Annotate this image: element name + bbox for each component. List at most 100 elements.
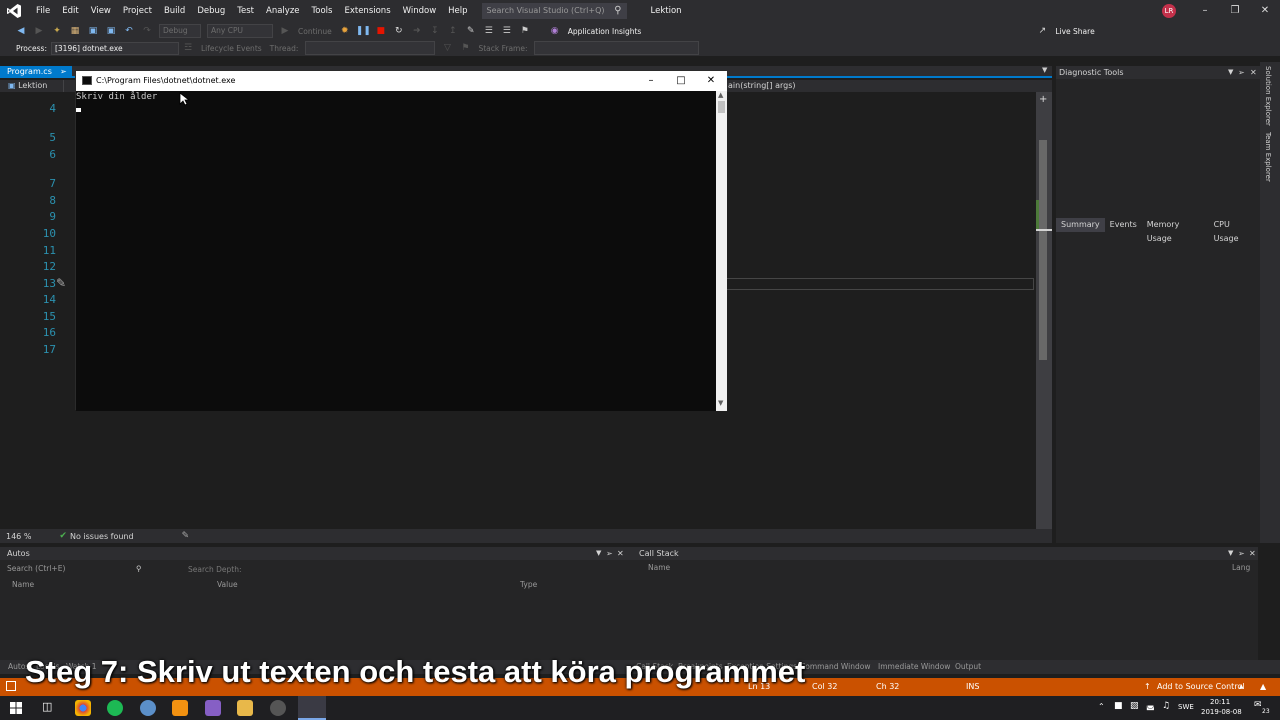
- flag-icon[interactable]: ⚑: [458, 41, 472, 55]
- member-nav-select[interactable]: ain(string[] args): [726, 80, 1036, 92]
- console-window[interactable]: C:\Program Files\dotnet\dotnet.exe – □ ✕…: [75, 70, 727, 411]
- pin-icon[interactable]: ➢: [606, 547, 613, 560]
- menu-help[interactable]: Help: [442, 0, 473, 22]
- restart-icon[interactable]: ↻: [392, 24, 406, 38]
- menu-view[interactable]: View: [85, 0, 117, 22]
- console-close-icon[interactable]: ✕: [696, 71, 726, 91]
- menu-edit[interactable]: Edit: [56, 0, 84, 22]
- step-out-icon[interactable]: ↥: [446, 24, 460, 38]
- save-all-icon[interactable]: ▣: [104, 24, 118, 38]
- process-select[interactable]: [3196] dotnet.exe: [50, 41, 179, 55]
- sublime-icon[interactable]: [172, 700, 188, 716]
- menu-build[interactable]: Build: [158, 0, 191, 22]
- caret-up-icon[interactable]: ▲: [1239, 678, 1244, 696]
- pin-icon[interactable]: ➢: [1238, 66, 1245, 79]
- tab-output[interactable]: Output: [955, 660, 981, 674]
- hot-reload-icon[interactable]: ✎: [464, 24, 478, 38]
- tab-cpu-usage[interactable]: CPU Usage: [1209, 218, 1260, 243]
- filter-icon[interactable]: ▽: [440, 41, 454, 55]
- close-icon[interactable]: ✕: [1250, 0, 1280, 22]
- console-maximize-icon[interactable]: □: [666, 71, 696, 91]
- issues-indicator[interactable]: No issues found: [70, 532, 134, 541]
- tab-overflow-icon[interactable]: ▼: [1042, 66, 1047, 74]
- dropdown-icon[interactable]: ▼: [1228, 66, 1233, 79]
- visual-studio-icon[interactable]: [205, 700, 221, 716]
- menu-debug[interactable]: Debug: [191, 0, 231, 22]
- volume-icon[interactable]: ♫: [1162, 701, 1170, 711]
- team-explorer-tab[interactable]: Team Explorer: [1264, 132, 1272, 182]
- undo-icon[interactable]: ↶: [122, 24, 136, 38]
- stop-icon[interactable]: ■: [374, 24, 388, 38]
- wifi-icon[interactable]: ◛: [1146, 701, 1155, 711]
- zoom-select[interactable]: 146 %: [6, 532, 31, 541]
- windows-start-icon[interactable]: [10, 702, 22, 714]
- tab-program-cs[interactable]: Program.cs ➢: [0, 66, 72, 78]
- dropdown-icon[interactable]: ▼: [1228, 547, 1233, 560]
- stack-frame-select[interactable]: [534, 41, 700, 55]
- tab-command-window[interactable]: Command Window: [800, 660, 871, 674]
- obs-icon[interactable]: [270, 700, 286, 716]
- chrome-icon[interactable]: [75, 700, 91, 716]
- menu-window[interactable]: Window: [397, 0, 443, 22]
- project-nav-select[interactable]: ▣ Lektion: [4, 80, 64, 92]
- console-scroll-thumb[interactable]: [718, 101, 725, 113]
- spotify-icon[interactable]: [107, 700, 123, 716]
- menu-project[interactable]: Project: [117, 0, 158, 22]
- save-icon[interactable]: ▣: [86, 24, 100, 38]
- tab-memory-usage[interactable]: Memory Usage: [1142, 218, 1209, 243]
- console-task-icon[interactable]: [298, 696, 326, 720]
- add-icon[interactable]: +: [1039, 94, 1047, 105]
- platform-select[interactable]: Any CPU: [207, 24, 273, 38]
- forward-icon[interactable]: ▶: [32, 24, 46, 38]
- file-explorer-icon[interactable]: [237, 700, 253, 716]
- minimize-icon[interactable]: –: [1190, 0, 1220, 22]
- clock-date[interactable]: 2019-08-08: [1201, 708, 1242, 716]
- dropdown-icon[interactable]: ▼: [596, 547, 601, 560]
- avatar[interactable]: LR: [1162, 4, 1176, 18]
- step-into-icon[interactable]: ↧: [428, 24, 442, 38]
- continue-icon[interactable]: ▶: [278, 24, 292, 38]
- solution-explorer-tab[interactable]: Solution Explorer: [1264, 66, 1272, 126]
- application-insights-button[interactable]: Application Insights: [568, 27, 642, 36]
- bookmark-icon[interactable]: ⚑: [518, 24, 532, 38]
- pause-icon[interactable]: ❚❚: [356, 24, 371, 38]
- redo-icon[interactable]: ↷: [140, 24, 154, 38]
- menu-analyze[interactable]: Analyze: [260, 0, 306, 22]
- search-input[interactable]: Search Visual Studio (Ctrl+Q) ⚲: [481, 3, 627, 19]
- action-center-icon[interactable]: ✉: [1254, 700, 1262, 710]
- configuration-select[interactable]: Debug: [159, 24, 201, 38]
- tab-immediate-window[interactable]: Immediate Window: [878, 660, 950, 674]
- close-icon[interactable]: ✕: [1249, 547, 1256, 560]
- restore-icon[interactable]: ❐: [1220, 0, 1250, 22]
- comment-icon[interactable]: ☰: [500, 24, 514, 38]
- console-minimize-icon[interactable]: –: [636, 71, 666, 91]
- console-scrollbar[interactable]: ▲ ▼: [716, 91, 727, 411]
- language-indicator[interactable]: SWE: [1178, 703, 1194, 711]
- open-file-icon[interactable]: ▦: [68, 24, 82, 38]
- console-title-bar[interactable]: C:\Program Files\dotnet\dotnet.exe – □ ✕: [76, 71, 727, 91]
- editor-scrollbar[interactable]: +: [1036, 92, 1052, 529]
- tray-app-icon[interactable]: ■: [1114, 701, 1123, 711]
- close-icon[interactable]: ✕: [1250, 66, 1257, 79]
- back-icon[interactable]: ◀: [14, 24, 28, 38]
- pin-icon[interactable]: ➢: [60, 66, 67, 78]
- thread-select[interactable]: [305, 41, 436, 55]
- network-icon[interactable]: ▨: [1130, 701, 1139, 711]
- add-to-source-control-button[interactable]: Add to Source Control: [1157, 678, 1245, 696]
- format-icon[interactable]: ☰: [482, 24, 496, 38]
- menu-extensions[interactable]: Extensions: [338, 0, 396, 22]
- globe-app-icon[interactable]: [140, 700, 156, 716]
- step-over-icon[interactable]: ➜: [410, 24, 424, 38]
- notification-icon[interactable]: ▲: [1260, 678, 1266, 696]
- live-share-icon[interactable]: ↗: [1035, 24, 1049, 38]
- task-view-icon[interactable]: ◫: [42, 700, 52, 713]
- tab-summary[interactable]: Summary: [1056, 218, 1105, 232]
- scroll-down-icon[interactable]: ▼: [718, 399, 723, 407]
- tab-events[interactable]: Events: [1105, 218, 1142, 232]
- continue-button[interactable]: Continue: [298, 27, 332, 36]
- fire-icon[interactable]: ✹: [338, 24, 352, 38]
- new-project-icon[interactable]: ✦: [50, 24, 64, 38]
- clock-time[interactable]: 20:11: [1210, 698, 1230, 706]
- menu-file[interactable]: File: [30, 0, 56, 22]
- scrollbar-thumb[interactable]: [1039, 140, 1047, 360]
